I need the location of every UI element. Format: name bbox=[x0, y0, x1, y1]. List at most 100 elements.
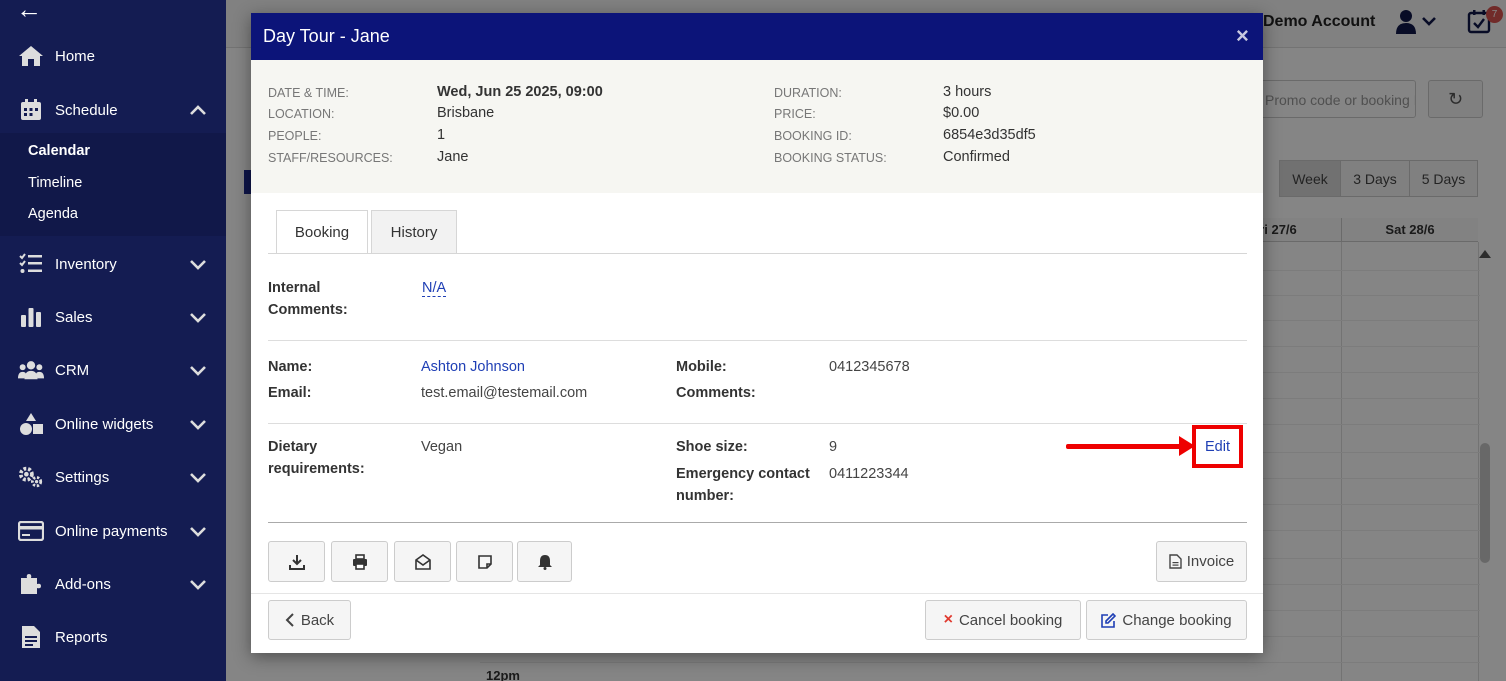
chevron-down-icon[interactable] bbox=[188, 307, 208, 327]
modal-title: Day Tour - Jane bbox=[263, 26, 390, 46]
dietary-label: Dietary requirements: bbox=[268, 436, 365, 480]
internal-comments-value[interactable]: N/A bbox=[422, 277, 447, 299]
internal-comments-label: Internal Comments: bbox=[268, 277, 348, 321]
back-arrow-icon[interactable]: ← bbox=[16, 0, 42, 25]
sidebar-item-add-ons[interactable]: Add-ons bbox=[0, 564, 226, 604]
sticky-note-icon bbox=[477, 554, 492, 569]
internal-comments-link[interactable]: N/A bbox=[422, 280, 447, 297]
sidebar-sub-timeline[interactable]: Timeline bbox=[28, 175, 82, 191]
people-value: 1 bbox=[437, 127, 446, 143]
modal-header: Day Tour - Jane × bbox=[251, 13, 1263, 60]
chevron-down-icon[interactable] bbox=[188, 467, 208, 487]
mobile-value: 0412345678 bbox=[829, 359, 910, 375]
emergency-contact-label: Emergency contact number: bbox=[676, 463, 810, 507]
sidebar-item-online-payments[interactable]: Online payments bbox=[0, 511, 226, 551]
location-label: LOCATION: bbox=[268, 107, 335, 121]
shapes-icon bbox=[18, 411, 44, 437]
chevron-down-icon[interactable] bbox=[188, 254, 208, 274]
sidebar-item-label: Home bbox=[55, 47, 96, 65]
tab-history[interactable]: History bbox=[371, 210, 457, 254]
booking-id-value: 6854e3d35df5 bbox=[943, 127, 1036, 143]
file-icon bbox=[1169, 554, 1182, 569]
sidebar-item-schedule[interactable]: Schedule bbox=[0, 90, 226, 130]
print-icon bbox=[352, 553, 367, 570]
sidebar-item-settings[interactable]: Settings bbox=[0, 457, 226, 497]
cancel-booking-button[interactable]: × Cancel booking bbox=[925, 600, 1081, 640]
change-booking-button[interactable]: Change booking bbox=[1086, 600, 1247, 640]
edit-link[interactable]: Edit bbox=[1205, 439, 1230, 455]
print-button[interactable] bbox=[331, 541, 388, 582]
sidebar-item-reports[interactable]: Reports bbox=[0, 617, 226, 657]
booking-summary: DATE & TIME: Wed, Jun 25 2025, 09:00 LOC… bbox=[251, 60, 1263, 193]
download-button[interactable] bbox=[268, 541, 325, 582]
booking-id-label: BOOKING ID: bbox=[774, 129, 852, 143]
puzzle-icon bbox=[18, 571, 44, 597]
cancel-booking-label: Cancel booking bbox=[958, 611, 1063, 629]
shoe-size-label: Shoe size: bbox=[676, 439, 748, 455]
people-label: PEOPLE: bbox=[268, 129, 322, 143]
chevron-left-icon bbox=[285, 613, 294, 627]
x-icon: × bbox=[943, 611, 953, 628]
email-button[interactable] bbox=[394, 541, 451, 582]
back-label: Back bbox=[300, 611, 335, 629]
edit-highlight: Edit bbox=[1192, 425, 1243, 468]
chevron-down-icon[interactable] bbox=[188, 521, 208, 541]
sidebar-item-label: Reports bbox=[55, 628, 108, 646]
mobile-label: Mobile: bbox=[676, 359, 727, 375]
sidebar-item-label: Online widgets bbox=[55, 415, 154, 433]
gears-icon bbox=[18, 464, 44, 490]
sidebar-item-online-widgets[interactable]: Online widgets bbox=[0, 404, 226, 444]
sidebar-sub-agenda[interactable]: Agenda bbox=[28, 206, 78, 222]
chevron-down-icon[interactable] bbox=[188, 414, 208, 434]
shoe-size-value: 9 bbox=[829, 439, 838, 455]
customer-name-link[interactable]: Ashton Johnson bbox=[421, 356, 525, 378]
duration-label: DURATION: bbox=[774, 86, 842, 100]
sidebar-item-crm[interactable]: CRM bbox=[0, 350, 226, 390]
tab-booking[interactable]: Booking bbox=[276, 210, 368, 254]
document-icon bbox=[18, 624, 44, 650]
checklist-icon bbox=[18, 251, 44, 277]
credit-card-icon bbox=[18, 518, 44, 544]
sidebar: ← Home Schedule Calendar Timeline Agenda… bbox=[0, 0, 226, 681]
section-divider bbox=[268, 522, 1247, 523]
sidebar-item-label: Online payments bbox=[55, 522, 168, 540]
notify-button[interactable] bbox=[517, 541, 572, 582]
sidebar-item-label: Inventory bbox=[55, 255, 117, 273]
staff-label: STAFF/RESOURCES: bbox=[268, 151, 393, 165]
sidebar-item-inventory[interactable]: Inventory bbox=[0, 244, 226, 284]
section-divider bbox=[268, 423, 1247, 424]
internal-comments-label-line1: Internal bbox=[268, 280, 321, 296]
section-divider bbox=[268, 340, 1247, 341]
chevron-down-icon[interactable] bbox=[188, 360, 208, 380]
name-label: Name: bbox=[268, 359, 313, 375]
sidebar-item-sales[interactable]: Sales bbox=[0, 297, 226, 337]
users-icon bbox=[18, 357, 44, 383]
invoice-button[interactable]: Invoice bbox=[1156, 541, 1247, 582]
tabs-divider bbox=[268, 253, 1247, 254]
date-label: DATE & TIME: bbox=[268, 86, 349, 100]
sidebar-item-home[interactable]: Home bbox=[0, 36, 226, 76]
footer-divider bbox=[251, 593, 1263, 594]
booking-status-value: Confirmed bbox=[943, 149, 1010, 165]
duration-value: 3 hours bbox=[943, 84, 992, 100]
annotation-arrow bbox=[1066, 444, 1184, 449]
chevron-down-icon[interactable] bbox=[188, 574, 208, 594]
booking-modal: Day Tour - Jane × DATE & TIME: Wed, Jun … bbox=[251, 13, 1263, 653]
close-icon[interactable]: × bbox=[1236, 23, 1249, 49]
home-icon bbox=[18, 43, 44, 69]
note-button[interactable] bbox=[456, 541, 513, 582]
emergency-contact-value: 0411223344 bbox=[829, 466, 909, 482]
chevron-up-icon[interactable] bbox=[188, 100, 208, 120]
comments-label: Comments: bbox=[676, 385, 756, 401]
back-button[interactable]: Back bbox=[268, 600, 351, 640]
staff-value: Jane bbox=[437, 149, 469, 165]
dietary-label-line1: Dietary bbox=[268, 439, 318, 455]
price-value: $0.00 bbox=[943, 105, 980, 121]
dietary-value: Vegan bbox=[421, 439, 463, 455]
sidebar-sub-calendar[interactable]: Calendar bbox=[28, 143, 90, 159]
edit-icon bbox=[1101, 612, 1117, 628]
price-label: PRICE: bbox=[774, 107, 816, 121]
sidebar-item-label: Schedule bbox=[55, 101, 118, 119]
sidebar-item-label: Sales bbox=[55, 308, 93, 326]
envelope-open-icon bbox=[414, 553, 431, 570]
